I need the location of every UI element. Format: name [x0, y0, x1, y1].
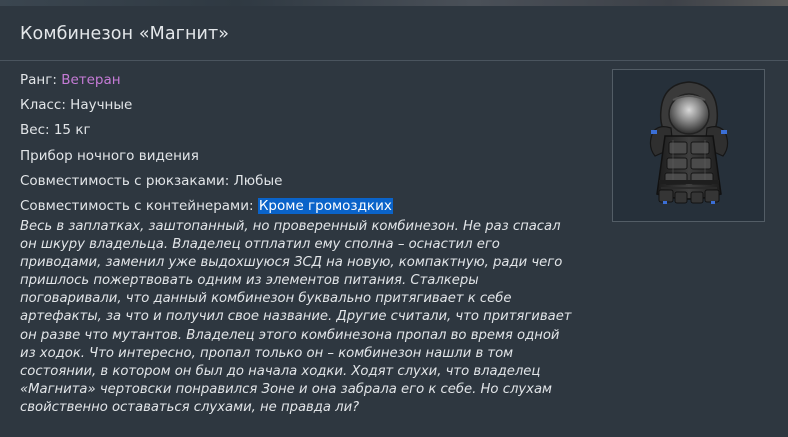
- property-class-value: Научные: [70, 97, 133, 114]
- item-tooltip: Комбинезон «Магнит» Ранг: Ветеран Класс:…: [0, 0, 788, 437]
- suit-image: [612, 69, 765, 222]
- property-backpack-compat-label: Совместимость с рюкзаками:: [20, 172, 234, 189]
- item-description: Весь в заплатках, заштопанный, но провер…: [20, 219, 572, 415]
- title-divider: [0, 60, 788, 61]
- item-properties: Ранг: Ветеран Класс: Научные Вес: 15 кг …: [20, 68, 393, 219]
- property-class: Класс: Научные: [20, 93, 393, 118]
- item-title: Комбинезон «Магнит»: [20, 24, 230, 44]
- suit-icon: [649, 81, 729, 204]
- property-night-vision: Прибор ночного видения: [20, 144, 393, 169]
- property-weight-value: 15 кг: [53, 122, 91, 139]
- property-rank-value: Ветеран: [61, 72, 121, 88]
- property-class-label: Класс:: [20, 97, 71, 114]
- property-container-compat-label: Совместимость с контейнерами:: [20, 197, 258, 214]
- property-rank-label: Ранг:: [20, 72, 62, 88]
- property-weight: Вес: 15 кг: [20, 118, 393, 143]
- property-rank: Ранг: Ветеран: [20, 68, 393, 93]
- property-container-compat-value[interactable]: Кроме громоздких: [257, 197, 393, 214]
- property-backpack-compat-value: Любые: [233, 172, 283, 189]
- property-night-vision-value: Прибор ночного видения: [20, 147, 199, 164]
- property-weight-label: Вес:: [20, 122, 54, 139]
- property-backpack-compat: Совместимость с рюкзаками: Любые: [20, 169, 393, 194]
- property-container-compat: Совместимость с контейнерами: Кроме гром…: [20, 194, 393, 219]
- top-strip: [0, 0, 788, 6]
